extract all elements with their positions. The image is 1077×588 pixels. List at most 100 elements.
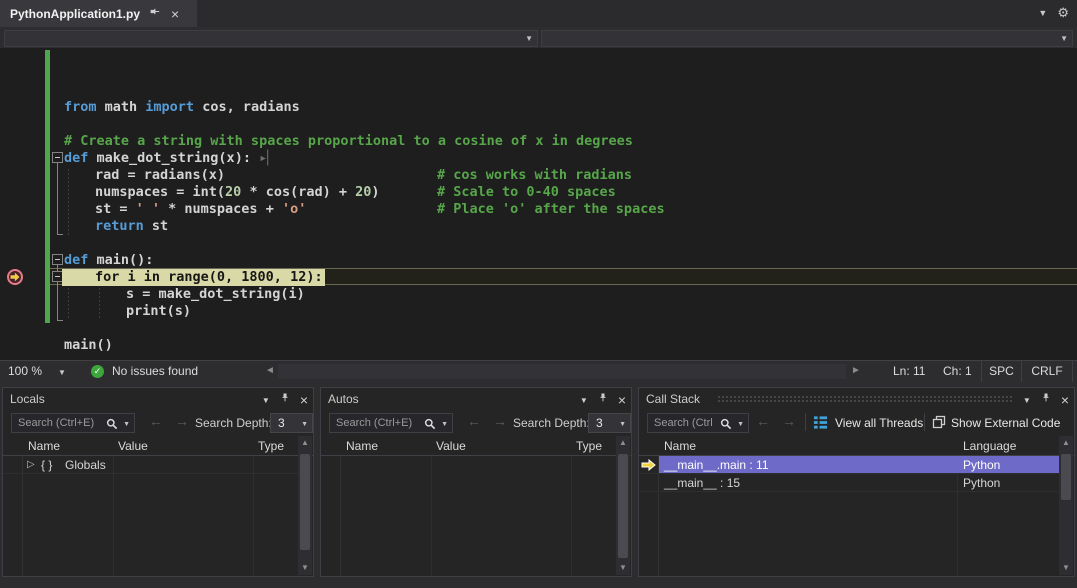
vertical-scrollbar[interactable]: ▲ ▼ xyxy=(1059,436,1073,575)
close-icon[interactable]: × xyxy=(300,394,308,407)
document-tab-title: PythonApplication1.py xyxy=(10,7,140,21)
search-depth-dropdown[interactable]: 3 ▼ xyxy=(588,413,631,433)
divider xyxy=(805,413,806,431)
type-dropdown[interactable]: ▼ xyxy=(4,30,538,47)
column-header-value[interactable]: Value xyxy=(118,439,148,453)
window-position-icon[interactable]: ▼ xyxy=(1023,396,1031,405)
scroll-up-icon[interactable]: ▲ xyxy=(1059,436,1073,450)
forward-arrow-icon[interactable]: → xyxy=(175,413,189,429)
grid-body: ▷ { } Globals xyxy=(3,456,313,576)
variable-row[interactable]: ▷ { } Globals xyxy=(3,456,298,474)
code-line[interactable]: print(s) xyxy=(0,303,1077,320)
call-stack-frame[interactable]: __main__.main : 11Python xyxy=(639,456,1059,474)
search-placeholder: Search (Ctrl xyxy=(654,417,713,429)
panel-toolbar: Search (Ctrl+E) ▼ ← → Search Depth: 3 ▼ xyxy=(3,409,313,436)
chevron-down-icon[interactable]: ▼ xyxy=(123,421,130,428)
close-icon[interactable]: × xyxy=(171,7,179,21)
zoom-level-dropdown[interactable]: 100 % xyxy=(8,364,42,378)
line-indicator: Ln: 11 xyxy=(893,364,925,378)
column-header-name[interactable]: Name xyxy=(28,439,60,453)
spaces-indicator[interactable]: SPC xyxy=(982,364,1021,378)
document-tab[interactable]: PythonApplication1.py × xyxy=(0,0,197,27)
pin-icon[interactable] xyxy=(597,391,609,409)
chevron-down-icon: ▼ xyxy=(1060,35,1068,43)
scrollbar-thumb[interactable] xyxy=(618,454,628,558)
code-line[interactable]: s = make_dot_string(i) xyxy=(0,286,1077,303)
search-input[interactable]: Search (Ctrl+E) ▼ xyxy=(329,413,453,433)
code-line[interactable]: # Create a string with spaces proportion… xyxy=(0,133,1077,150)
navigation-bar: ▼ ▼ xyxy=(0,27,1077,48)
view-all-threads-button[interactable]: View all Threads xyxy=(835,416,923,430)
forward-arrow-icon[interactable]: → xyxy=(493,413,507,429)
search-icon xyxy=(424,417,436,435)
inline-comment: # Scale to 0-40 spaces xyxy=(437,184,616,201)
grid-header: Name Value Type xyxy=(3,436,313,456)
scroll-down-icon[interactable]: ▼ xyxy=(298,561,312,575)
breakpoint-current-line-icon[interactable] xyxy=(6,268,24,291)
code-line[interactable]: from math import cos, radians xyxy=(0,99,1077,116)
back-arrow-icon[interactable]: ← xyxy=(149,413,163,429)
code-editor[interactable]: from math import cos, radians # Create a … xyxy=(0,48,1077,360)
forward-arrow-icon[interactable]: → xyxy=(782,413,796,429)
chevron-down-icon[interactable]: ▼ xyxy=(441,421,448,428)
column-header-language[interactable]: Language xyxy=(963,439,1016,453)
call-stack-frame[interactable]: __main__ : 15Python xyxy=(639,474,1059,492)
window-position-icon[interactable]: ▼ xyxy=(580,396,588,405)
member-dropdown[interactable]: ▼ xyxy=(541,30,1073,47)
chevron-down-icon[interactable]: ▼ xyxy=(737,421,744,428)
pin-icon[interactable] xyxy=(149,5,162,23)
variable-name: Globals xyxy=(65,458,106,472)
back-arrow-icon[interactable]: ← xyxy=(467,413,481,429)
column-header-type[interactable]: Type xyxy=(576,439,602,453)
scrollbar-thumb[interactable] xyxy=(300,454,310,550)
grid-body: __main__.main : 11Python__main__ : 15Pyt… xyxy=(639,456,1074,576)
column-header-value[interactable]: Value xyxy=(436,439,466,453)
scroll-left-icon[interactable]: ◄ xyxy=(265,365,275,376)
scroll-down-icon[interactable]: ▼ xyxy=(616,561,630,575)
vertical-scrollbar[interactable]: ▲ ▼ xyxy=(616,436,630,575)
call-stack-panel: Call Stack ▼ × Search (Ctrl ▼ ← → xyxy=(638,387,1075,577)
code-line[interactable]: numspaces = int(20 * cos(rad) + 20)# Sca… xyxy=(0,184,1077,201)
chevron-down-icon[interactable]: ▼ xyxy=(1038,8,1047,18)
panel-title: Locals xyxy=(10,392,45,406)
pin-icon[interactable] xyxy=(1040,391,1052,409)
scroll-up-icon[interactable]: ▲ xyxy=(616,436,630,450)
code-line[interactable]: rad = radians(x)# cos works with radians xyxy=(0,167,1077,184)
scroll-up-icon[interactable]: ▲ xyxy=(298,436,312,450)
expander-icon[interactable]: ▷ xyxy=(27,459,35,470)
panel-toolbar: Search (Ctrl+E) ▼ ← → Search Depth: 3 ▼ xyxy=(321,409,631,436)
close-icon[interactable]: × xyxy=(618,394,626,407)
search-depth-dropdown[interactable]: 3 ▼ xyxy=(270,413,313,433)
pin-icon[interactable] xyxy=(279,391,291,409)
window-position-icon[interactable]: ▼ xyxy=(262,396,270,405)
vertical-scrollbar[interactable]: ▲ ▼ xyxy=(298,436,312,575)
code-line[interactable]: st = ' ' * numspaces + 'o'# Place 'o' af… xyxy=(0,201,1077,218)
code-line[interactable]: for i in range(0, 1800, 12): xyxy=(0,269,1077,286)
chevron-down-icon: ▼ xyxy=(619,421,626,428)
gear-icon[interactable]: ⚙ xyxy=(1057,5,1069,21)
search-input[interactable]: Search (Ctrl+E) ▼ xyxy=(11,413,135,433)
scrollbar-thumb[interactable] xyxy=(1061,454,1071,500)
tab-bar-controls: ▼ ⚙ xyxy=(1038,5,1069,21)
search-input[interactable]: Search (Ctrl ▼ xyxy=(647,413,749,433)
code-line[interactable]: return st xyxy=(0,218,1077,235)
braces-icon: { } xyxy=(41,458,52,472)
code-line[interactable]: main() xyxy=(0,337,1077,354)
panel-title: Call Stack xyxy=(646,392,700,406)
column-header-name[interactable]: Name xyxy=(664,439,696,453)
search-depth-value: 3 xyxy=(278,416,285,430)
code-text: s = make_dot_string(i) xyxy=(126,286,305,303)
code-line[interactable]: def make_dot_string(x): ▸▏ xyxy=(0,150,1077,167)
chevron-down-icon[interactable]: ▼ xyxy=(58,368,66,377)
scroll-right-icon[interactable]: ► xyxy=(851,365,861,376)
close-icon[interactable]: × xyxy=(1061,394,1069,407)
chevron-down-icon: ▼ xyxy=(525,35,533,43)
scroll-down-icon[interactable]: ▼ xyxy=(1059,561,1073,575)
line-ending-indicator[interactable]: CRLF xyxy=(1022,364,1072,378)
back-arrow-icon[interactable]: ← xyxy=(756,413,770,429)
column-header-type[interactable]: Type xyxy=(258,439,284,453)
code-line[interactable]: def main(): xyxy=(0,252,1077,269)
column-header-name[interactable]: Name xyxy=(346,439,378,453)
show-external-code-button[interactable]: Show External Code xyxy=(951,416,1060,430)
horizontal-scrollbar[interactable] xyxy=(278,364,846,379)
